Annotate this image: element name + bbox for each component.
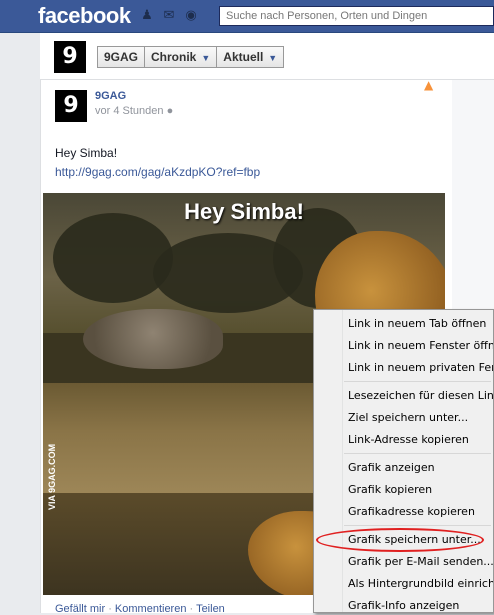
friends-icon[interactable]: ♟ [139,8,155,24]
menu-view-image-info[interactable]: Grafik-Info anzeigen [314,595,493,612]
page-name-button[interactable]: 9GAG [97,46,146,68]
post-timestamp[interactable]: vor 4 Stunden ● [95,105,173,117]
post-message: Hey Simba! [55,146,118,160]
page-header-buttons: 9GAG Chronik ▼ Aktuell ▼ [97,46,285,68]
globe-icon: ● [166,105,174,117]
comment-link[interactable]: Kommentieren [115,603,187,615]
left-gutter [0,33,40,613]
highlight-annotation [316,528,484,552]
menu-copy-link[interactable]: Link-Adresse kopieren [314,429,493,451]
menu-set-as-background[interactable]: Als Hintergrundbild einrichten... [314,573,493,595]
notifications-icon[interactable]: ◉ [183,8,199,24]
timeline-dropdown-button[interactable]: Chronik ▼ [144,46,218,68]
menu-open-link-new-tab[interactable]: Link in neuem Tab öffnen [314,313,493,335]
chevron-down-icon: ▼ [201,53,211,63]
menu-email-image[interactable]: Grafik per E-Mail senden... [314,551,493,573]
menu-separator [344,381,491,382]
menu-separator [344,525,491,526]
menu-separator [344,453,491,454]
post-link[interactable]: http://9gag.com/gag/aKzdpKO?ref=fbp [55,163,260,182]
bookmark-icon[interactable]: ▲ [424,78,433,92]
chevron-down-icon: ▼ [268,53,278,63]
page-avatar[interactable]: 9 [54,41,86,73]
separator: · [189,603,194,615]
top-navigation-bar: facebook ♟ ✉ ◉ Suche nach Personen, Orte… [0,0,494,33]
image-watermark: VIA 9GAG.COM [47,443,57,510]
post-author[interactable]: 9GAG [95,90,126,102]
facebook-logo[interactable]: facebook [38,3,131,29]
post-actions: Gefällt mir · Kommentieren · Teilen [55,603,225,615]
menu-open-link-new-window[interactable]: Link in neuem Fenster öffnen [314,335,493,357]
photo-warthog [83,309,223,369]
like-link[interactable]: Gefällt mir [55,603,105,615]
jewel-icons: ♟ ✉ ◉ [139,8,199,24]
menu-copy-image-address[interactable]: Grafikadresse kopieren [314,501,493,523]
menu-save-link-as[interactable]: Ziel speichern unter... [314,407,493,429]
photo-bush [53,213,173,303]
messages-icon[interactable]: ✉ [161,8,177,24]
recent-dropdown-button[interactable]: Aktuell ▼ [216,46,285,68]
menu-open-link-private-window[interactable]: Link in neuem privaten Fenster öffnen [314,357,493,379]
image-title: Hey Simba! [184,199,304,224]
menu-view-image[interactable]: Grafik anzeigen [314,457,493,479]
share-link[interactable]: Teilen [196,603,225,615]
menu-copy-image[interactable]: Grafik kopieren [314,479,493,501]
separator: · [108,603,112,615]
context-menu: Link in neuem Tab öffnen Link in neuem F… [313,309,494,613]
menu-bookmark-link[interactable]: Lesezeichen für diesen Link hinzufügen [314,385,493,407]
search-input[interactable]: Suche nach Personen, Orten und Dingen [219,6,494,26]
context-menu-gutter [342,310,343,612]
post-text: Hey Simba! http://9gag.com/gag/aKzdpKO?r… [55,144,260,182]
post-author-avatar[interactable]: 9 [55,90,87,122]
